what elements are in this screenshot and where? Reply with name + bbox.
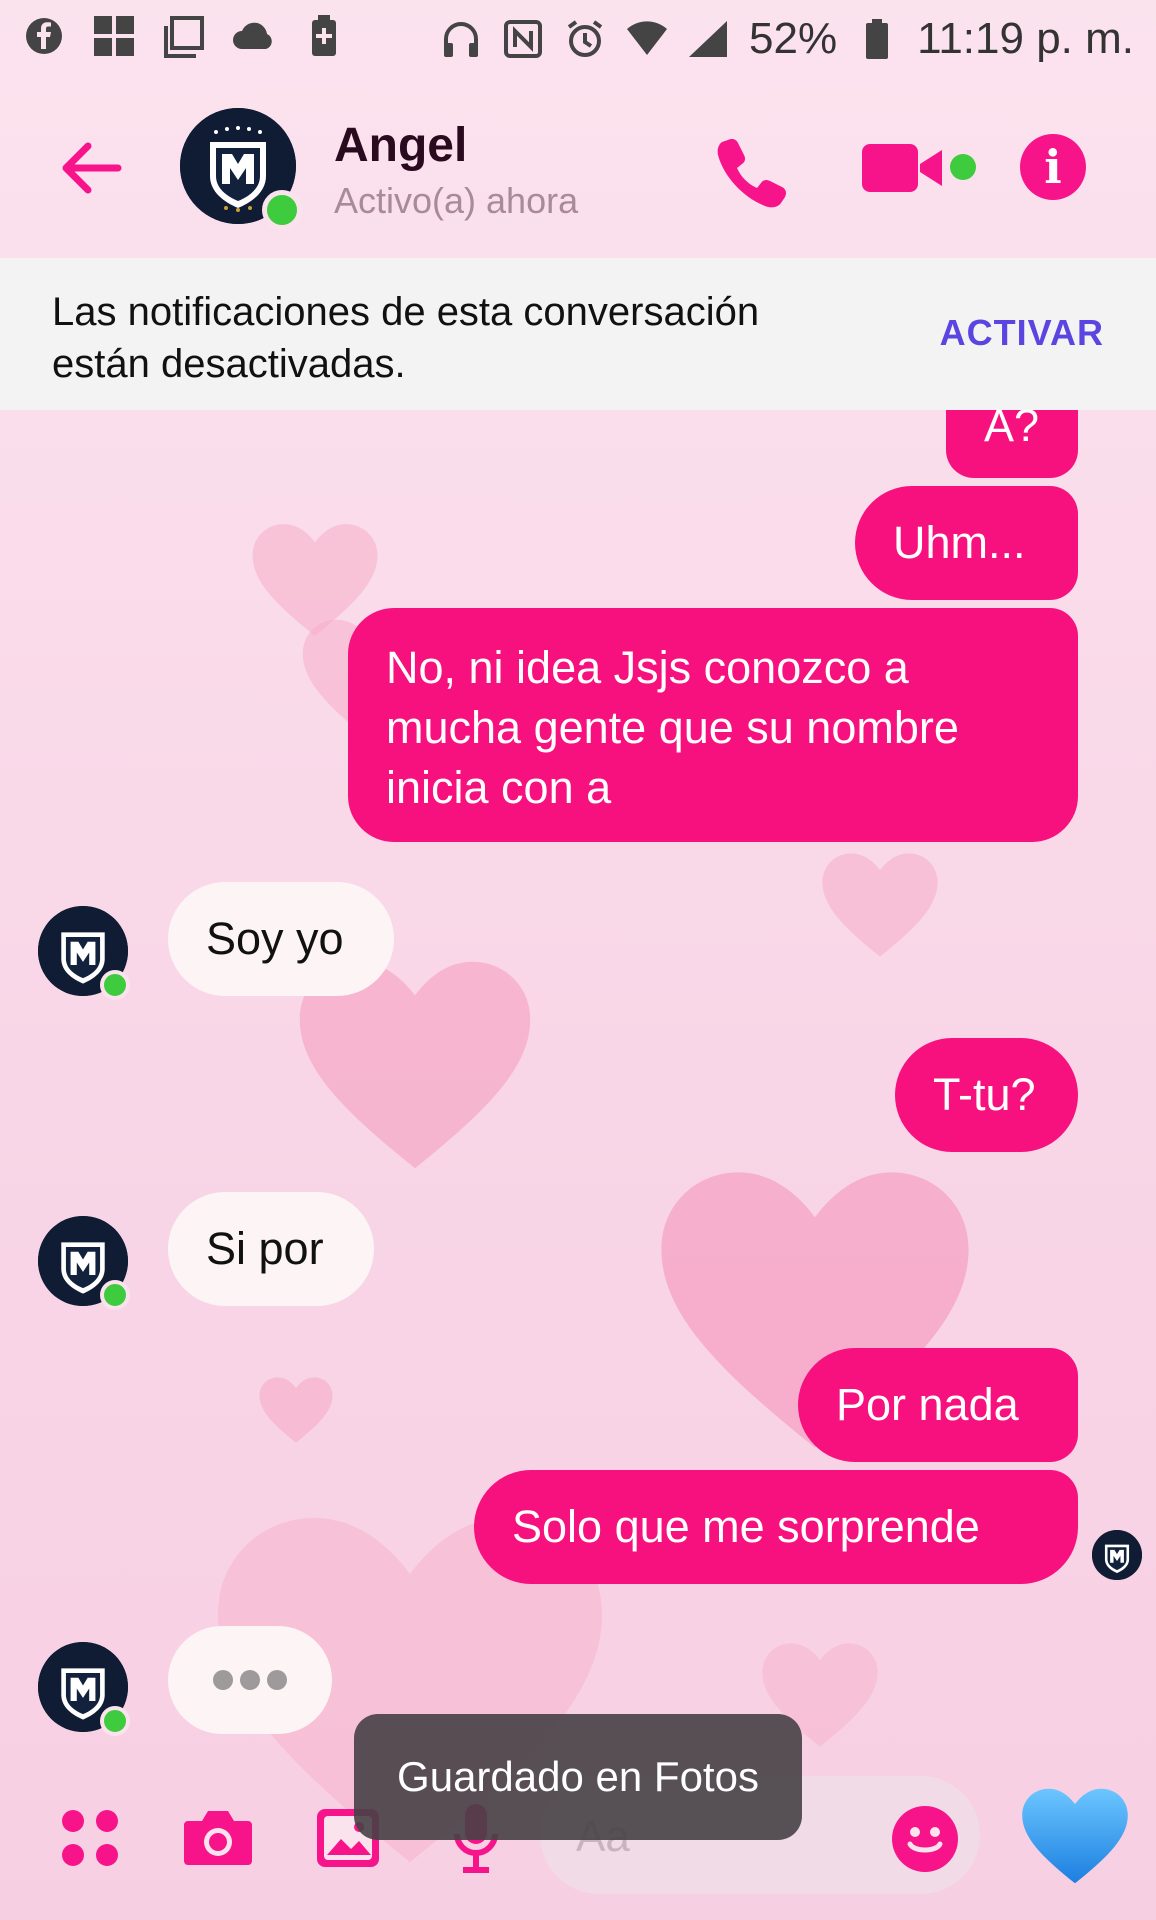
activate-notifications-button[interactable]: ACTIVAR xyxy=(940,312,1104,354)
outgoing-message[interactable]: Solo que me sorprende xyxy=(474,1470,1078,1584)
heart-decoration xyxy=(822,853,938,957)
outgoing-message[interactable]: No, ni idea Jsjs conozco a mucha gente q… xyxy=(348,608,1078,842)
nfc-icon xyxy=(501,17,545,61)
wifi-icon xyxy=(625,17,669,61)
message-text: T-tu? xyxy=(933,1069,1036,1120)
outgoing-message[interactable]: Uhm... xyxy=(855,486,1078,600)
battery-saver-icon xyxy=(302,14,346,58)
status-bar: 52% 11:19 p. m. xyxy=(0,0,1156,82)
alarm-icon xyxy=(563,17,607,61)
muted-notifications-banner: Las notificaciones de esta conversación … xyxy=(0,258,1156,410)
saved-toast: Guardado en Fotos xyxy=(354,1714,802,1840)
notification-count-icon xyxy=(162,14,206,58)
contact-name[interactable]: Angel xyxy=(334,118,467,173)
video-call-icon[interactable] xyxy=(860,140,946,196)
message-text: Por nada xyxy=(836,1379,1019,1430)
phone-call-icon[interactable] xyxy=(710,132,790,212)
facebook-icon xyxy=(22,14,66,58)
message-text: Solo que me sorprende xyxy=(512,1501,980,1552)
typing-indicator xyxy=(168,1626,332,1734)
contact-status: Activo(a) ahora xyxy=(334,180,579,221)
outgoing-message[interactable]: Por nada xyxy=(798,1348,1078,1462)
video-active-indicator xyxy=(950,154,976,180)
incoming-message[interactable]: Soy yo xyxy=(168,882,394,996)
clock: 11:19 p. m. xyxy=(917,14,1134,63)
message-text: Uhm... xyxy=(893,517,1026,568)
outgoing-message[interactable]: A? xyxy=(946,410,1078,478)
online-indicator xyxy=(100,970,130,1000)
message-text: No, ni idea Jsjs conozco a mucha gente q… xyxy=(386,642,959,813)
online-indicator xyxy=(100,1280,130,1310)
heart-decoration xyxy=(259,1377,333,1443)
outgoing-message[interactable]: T-tu? xyxy=(895,1038,1078,1152)
signal-icon xyxy=(687,17,731,61)
battery-percent: 52% xyxy=(749,14,838,63)
emoji-icon[interactable] xyxy=(892,1806,958,1872)
back-arrow-icon[interactable] xyxy=(56,132,128,204)
online-indicator xyxy=(100,1706,130,1736)
cloud-icon xyxy=(232,14,276,58)
conversation-header: Angel Activo(a) ahora i xyxy=(0,82,1156,258)
battery-icon xyxy=(855,17,899,61)
camera-icon[interactable] xyxy=(180,1800,256,1876)
online-indicator xyxy=(262,190,302,230)
message-text: Soy yo xyxy=(206,913,344,964)
incoming-message[interactable]: Si por xyxy=(168,1192,374,1306)
banner-message: Las notificaciones de esta conversación … xyxy=(52,290,760,386)
heart-like-icon[interactable] xyxy=(1020,1786,1130,1886)
numbers-app-icon xyxy=(92,14,136,58)
info-icon[interactable]: i xyxy=(1020,134,1086,200)
message-text: A? xyxy=(984,410,1040,451)
typing-dots-icon xyxy=(213,1670,287,1690)
headphones-icon xyxy=(439,17,483,61)
read-receipt-avatar xyxy=(1092,1530,1142,1580)
message-text: Si por xyxy=(206,1223,324,1274)
more-actions-icon[interactable] xyxy=(52,1800,128,1876)
